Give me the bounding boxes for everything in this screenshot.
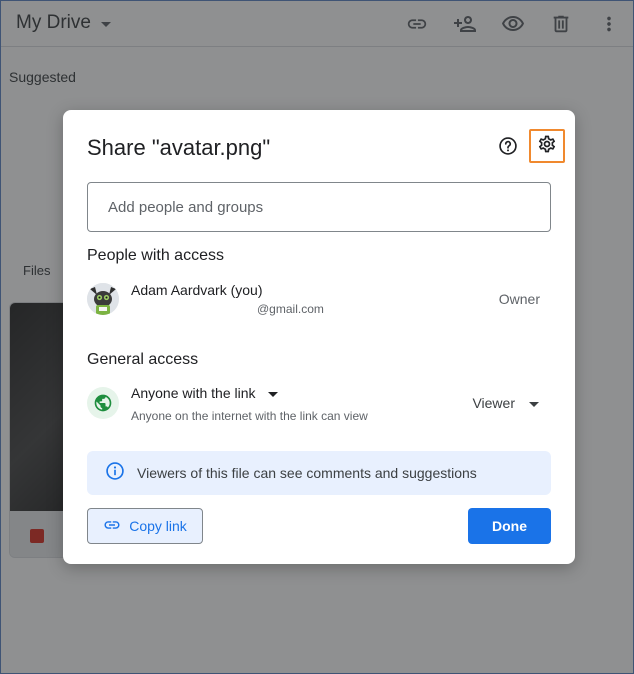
role-label: Viewer (472, 395, 515, 411)
copy-link-label: Copy link (129, 518, 187, 534)
person-email: @gmail.com (257, 302, 324, 316)
done-button[interactable]: Done (468, 508, 551, 544)
share-dialog: Share "avatar.png" People with access Ad… (63, 110, 575, 564)
info-text: Viewers of this file can see comments an… (137, 465, 477, 481)
chevron-down-icon (267, 391, 278, 397)
globe-icon (87, 387, 119, 419)
gear-icon (537, 134, 557, 159)
person-row: Adam Aardvark (you) @gmail.com Owner (87, 282, 551, 322)
settings-button[interactable] (529, 129, 565, 163)
owner-role: Owner (498, 291, 540, 307)
add-people-input[interactable] (87, 182, 551, 232)
link-access-dropdown[interactable]: Anyone with the link (131, 385, 278, 401)
role-dropdown[interactable]: Viewer (472, 395, 539, 411)
link-icon (103, 516, 121, 537)
copy-link-button[interactable]: Copy link (87, 508, 203, 544)
avatar (87, 283, 119, 315)
dialog-title: Share "avatar.png" (87, 135, 271, 160)
general-access-heading: General access (87, 351, 199, 368)
people-with-access-heading: People with access (87, 247, 224, 264)
general-access-row: Anyone with the link Anyone on the inter… (87, 385, 551, 427)
person-name: Adam Aardvark (you) (131, 282, 263, 298)
link-access-description: Anyone on the internet with the link can… (131, 409, 368, 423)
info-icon (105, 461, 125, 486)
help-icon[interactable] (496, 134, 520, 158)
chevron-down-icon (529, 401, 539, 407)
info-banner: Viewers of this file can see comments an… (87, 451, 551, 495)
link-access-label: Anyone with the link (131, 385, 256, 401)
